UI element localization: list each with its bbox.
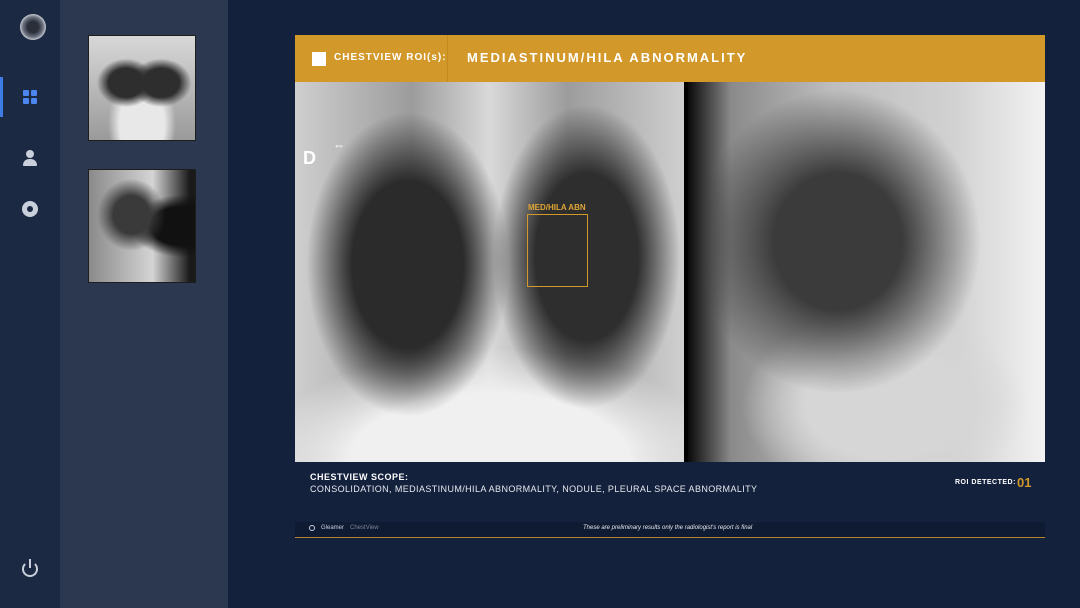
finding-title: MEDIASTINUM/HILA ABNORMALITY [467,50,748,65]
brand-logo-icon [309,525,315,531]
grid-icon [23,90,37,104]
resize-cursor-icon: ⇔ [333,138,345,152]
scope-title: CHESTVIEW SCOPE: [310,472,409,482]
power-icon [22,559,38,577]
app-logo [20,14,46,40]
side-marker: D [303,148,316,168]
disclaimer-note: These are preliminary results only the r… [583,525,753,531]
lateral-xray-image[interactable] [688,82,1045,462]
scope-list: CONSOLIDATION, MEDIASTINUM/HILA ABNORMAL… [310,484,758,494]
thumbnail-frontal-xray[interactable] [88,35,196,141]
power-button[interactable] [0,549,60,589]
disclaimer-bar: Gleamer ChestView These are preliminary … [295,522,1045,538]
scope-footer: CHESTVIEW SCOPE: CONSOLIDATION, MEDIASTI… [295,462,1045,522]
nav-profile-button[interactable] [0,138,60,178]
nav-settings-button[interactable] [0,189,60,229]
roi-detected-value: 01 [1017,475,1032,490]
thumbnail-lateral-xray[interactable] [88,169,196,283]
header-divider [447,35,448,82]
nav-rail [0,0,60,608]
brand-name: Gleamer [321,525,345,531]
roi-detected-label: ROI DETECTED: [955,479,1016,486]
roi-label: CHESTVIEW ROI(s): [334,52,447,63]
xray-images: D ⇔ MED/HILA ABN [295,82,1045,462]
roi-toggle-checkbox[interactable] [312,52,326,66]
nav-dashboard-button[interactable] [0,77,60,117]
gear-icon [22,201,38,217]
user-icon [23,150,37,166]
roi-bounding-box[interactable] [527,214,588,287]
result-viewer: CHESTVIEW ROI(s): MEDIASTINUM/HILA ABNOR… [295,35,1045,538]
brand: Gleamer ChestView [309,525,379,531]
product-name: ChestView [350,525,379,531]
thumbnail-panel [60,0,228,608]
roi-header: CHESTVIEW ROI(s): MEDIASTINUM/HILA ABNOR… [295,35,1045,82]
frontal-xray-image[interactable]: D ⇔ MED/HILA ABN [295,82,684,462]
roi-tag: MED/HILA ABN [528,203,586,212]
